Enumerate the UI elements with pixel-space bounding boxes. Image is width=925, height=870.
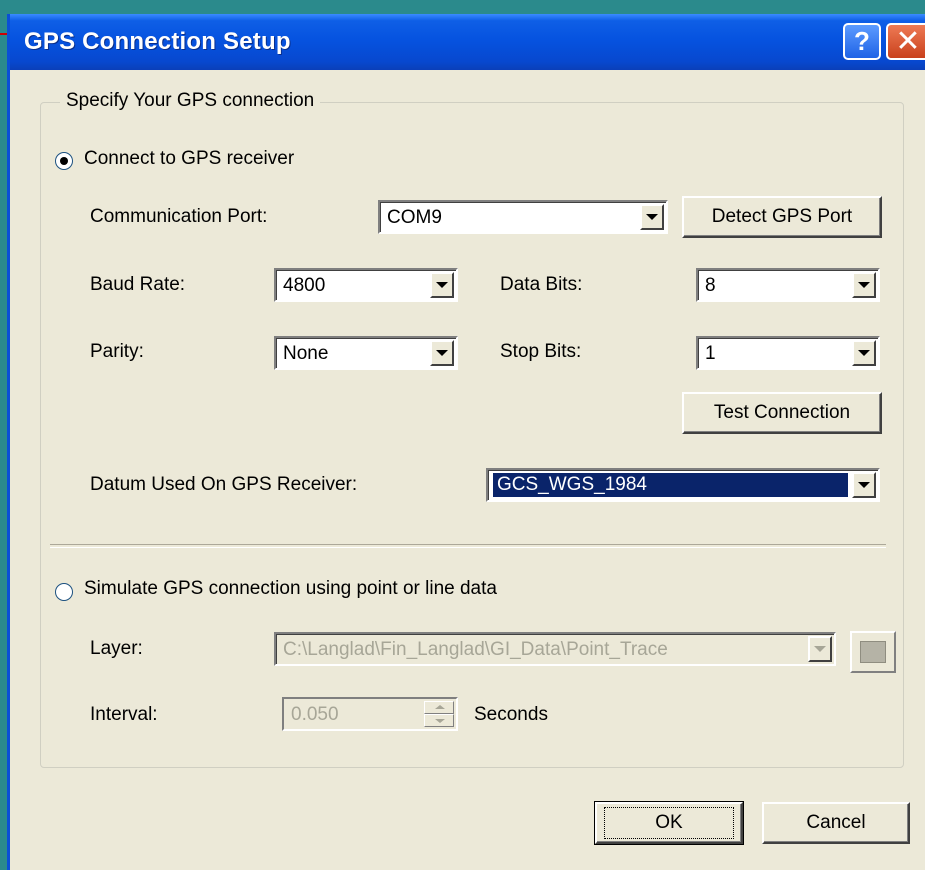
baud-rate-select[interactable]: 4800: [274, 268, 458, 302]
connect-receiver-radio[interactable]: [55, 152, 73, 170]
parity-label: Parity:: [90, 341, 144, 362]
datum-select[interactable]: GCS_WGS_1984: [486, 468, 880, 502]
seconds-label: Seconds: [474, 704, 548, 725]
data-bits-label: Data Bits:: [500, 274, 583, 295]
baud-rate-label: Baud Rate:: [90, 274, 186, 295]
layer-value: C:\Langlad\Fin_Langlad\GI_Data\Point_Tra…: [283, 639, 668, 660]
parity-select[interactable]: None: [274, 336, 458, 370]
cancel-button[interactable]: Cancel: [762, 802, 910, 844]
gps-connection-setup-dialog: GPS Connection Setup ? ✕ Specify Your GP…: [7, 14, 925, 870]
interval-value: 0.050: [291, 704, 339, 725]
communication-port-value: COM9: [387, 207, 442, 228]
dropdown-arrow-icon[interactable]: [852, 340, 876, 366]
detect-gps-port-button[interactable]: Detect GPS Port: [682, 196, 882, 238]
stop-bits-select[interactable]: 1: [696, 336, 880, 370]
data-bits-select[interactable]: 8: [696, 268, 880, 302]
interval-label: Interval:: [90, 704, 158, 725]
stop-bits-value: 1: [705, 343, 716, 364]
test-connection-button[interactable]: Test Connection: [682, 392, 882, 434]
dropdown-arrow-icon[interactable]: [640, 204, 664, 230]
dropdown-arrow-icon[interactable]: [430, 340, 454, 366]
simulate-connection-label[interactable]: Simulate GPS connection using point or l…: [84, 578, 497, 600]
parity-value: None: [283, 343, 329, 364]
datum-label: Datum Used On GPS Receiver:: [90, 474, 358, 495]
interval-spinner[interactable]: 0.050: [282, 697, 458, 731]
close-icon[interactable]: ✕: [886, 23, 925, 60]
layer-select[interactable]: C:\Langlad\Fin_Langlad\GI_Data\Point_Tra…: [274, 632, 836, 666]
baud-rate-value: 4800: [283, 275, 326, 296]
stop-bits-label: Stop Bits:: [500, 341, 582, 362]
help-icon[interactable]: ?: [843, 23, 881, 60]
layer-label: Layer:: [90, 638, 143, 659]
communication-port-select[interactable]: COM9: [378, 200, 668, 234]
groupbox-legend: Specify Your GPS connection: [60, 90, 321, 112]
dropdown-arrow-icon[interactable]: [430, 272, 454, 298]
communication-port-label: Communication Port:: [90, 206, 268, 227]
spin-down-icon[interactable]: [424, 714, 454, 727]
ok-button-label: OK: [604, 807, 734, 839]
ok-button[interactable]: OK: [594, 801, 744, 845]
dropdown-arrow-icon[interactable]: [852, 272, 876, 298]
simulate-connection-radio[interactable]: [55, 583, 73, 601]
title-bar[interactable]: GPS Connection Setup ? ✕: [10, 14, 925, 70]
dropdown-arrow-icon[interactable]: [808, 636, 832, 662]
spin-up-icon[interactable]: [424, 701, 454, 714]
connect-receiver-label[interactable]: Connect to GPS receiver: [84, 148, 294, 170]
browse-folder-icon[interactable]: [850, 631, 896, 673]
data-bits-value: 8: [705, 275, 716, 296]
window-title: GPS Connection Setup: [24, 28, 291, 55]
dropdown-arrow-icon[interactable]: [852, 472, 876, 498]
section-divider: [50, 544, 886, 548]
datum-value: GCS_WGS_1984: [493, 473, 848, 497]
